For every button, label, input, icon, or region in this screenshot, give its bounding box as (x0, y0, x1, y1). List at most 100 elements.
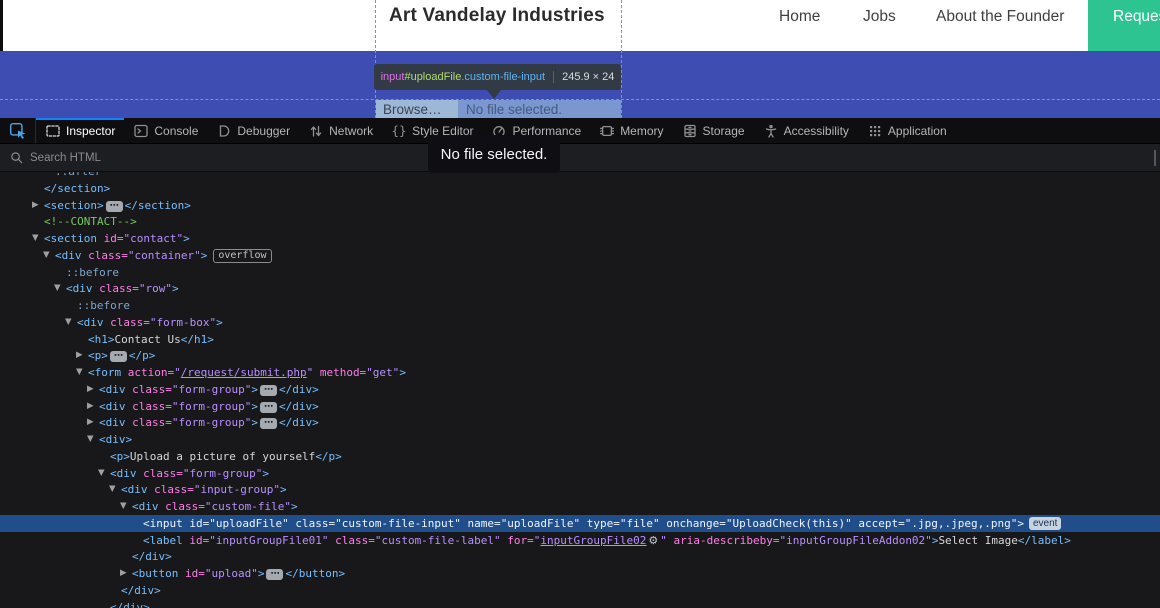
twisty-expanded-icon[interactable]: ▼ (65, 314, 72, 331)
event-badge[interactable]: event (1029, 517, 1061, 530)
markup-node-row[interactable]: ▶<button id="upload">⋯</button> (0, 565, 1160, 582)
markup-segment: "inputGroupFileAddon02" (779, 534, 931, 547)
markup-segment: accept= (852, 517, 905, 530)
attribute-link[interactable]: /request/submit.php (181, 366, 307, 379)
browse-button[interactable]: Browse… (376, 100, 458, 118)
markup-node-row[interactable]: ▶<div class="form-group">⋯</div> (0, 381, 1160, 398)
twisty-expanded-icon[interactable]: ▼ (43, 247, 50, 264)
twisty-expanded-icon[interactable]: ▼ (109, 481, 116, 498)
markup-node-row[interactable]: ▼<div class="form-box"> (0, 314, 1160, 331)
markup-node-row[interactable]: ::before (0, 297, 1160, 314)
ellipsis-badge[interactable]: ⋯ (106, 201, 123, 212)
markup-segment: </label> (1018, 534, 1071, 547)
markup-segment: method= (313, 366, 366, 379)
twisty-collapsed-icon[interactable]: ▶ (76, 347, 83, 364)
markup-segment: <label (143, 534, 183, 547)
markup-node-row[interactable]: ::after (0, 172, 1160, 180)
nav-link-about-the-founder[interactable]: About the Founder (936, 8, 1064, 26)
twisty-expanded-icon[interactable]: ▼ (120, 498, 127, 515)
request-button[interactable]: Request (1088, 0, 1160, 51)
twisty-expanded-icon[interactable]: ▼ (76, 364, 83, 381)
file-status-field: No file selected. (458, 100, 621, 118)
twisty-collapsed-icon[interactable]: ▶ (87, 414, 94, 431)
markup-node-row[interactable]: ▼<section id="contact"> (0, 230, 1160, 247)
tab-memory[interactable]: Memory (590, 118, 672, 143)
markup-node-row[interactable]: </div> (0, 548, 1160, 565)
markup-segment: > (251, 400, 258, 413)
tab-storage[interactable]: Storage (673, 118, 754, 143)
markup-node-row[interactable]: ▼<div class="input-group"> (0, 481, 1160, 498)
markup-segment: </section> (44, 182, 110, 195)
markup-segment: <div (132, 500, 159, 513)
twisty-expanded-icon[interactable]: ▼ (87, 431, 94, 448)
markup-segment: class= (93, 282, 139, 295)
nav-link-home[interactable]: Home (779, 8, 820, 26)
markup-node-row[interactable]: </div> (0, 582, 1160, 599)
markup-node-row[interactable]: ▼<div class="form-group"> (0, 465, 1160, 482)
twisty-collapsed-icon[interactable]: ▶ (32, 197, 39, 214)
markup-node-row[interactable]: ▼ <div> (0, 431, 1160, 448)
twisty-collapsed-icon[interactable]: ▶ (120, 565, 127, 582)
tab-debugger[interactable]: Debugger (207, 118, 299, 143)
markup-node-row[interactable]: ::before (0, 264, 1160, 281)
highlighted-file-input: Browse… No file selected. (375, 100, 621, 118)
markup-segment: </div> (110, 601, 150, 608)
markup-segment: "uploadFile" (501, 517, 580, 530)
markup-node-row[interactable]: </div> (0, 599, 1160, 608)
accessibility-icon (763, 123, 779, 139)
browse-button-label: Browse… (383, 102, 442, 117)
tab-console[interactable]: Console (124, 118, 207, 143)
markup-node-row[interactable]: ▼<div class="container">overflow (0, 247, 1160, 264)
markup-node-row[interactable]: <label id="inputGroupFile01" class="cust… (0, 532, 1160, 549)
markup-node-row-selected[interactable]: <input id="uploadFile" class="custom-fil… (0, 515, 1160, 532)
markup-node-row[interactable]: ▶<p>⋯</p> (0, 347, 1160, 364)
ellipsis-badge[interactable]: ⋯ (110, 351, 127, 362)
tab-application[interactable]: Application (858, 118, 956, 143)
ellipsis-badge[interactable]: ⋯ (266, 569, 283, 580)
tab-accessibility[interactable]: Accessibility (754, 118, 858, 143)
markup-segment: "form-group" (172, 416, 251, 429)
devtools-toolbar: InspectorConsoleDebuggerNetwork{}Style E… (0, 118, 1160, 144)
markup-segment: "custom-file-input" (335, 517, 461, 530)
overflow-badge[interactable]: overflow (213, 249, 271, 263)
markup-segment: <p> (110, 450, 130, 463)
tab-inspector[interactable]: Inspector (36, 118, 124, 143)
ellipsis-badge[interactable]: ⋯ (260, 402, 277, 413)
markup-segment: name= (461, 517, 501, 530)
tab-network[interactable]: Network (299, 118, 382, 143)
twisty-collapsed-icon[interactable]: ▶ (87, 398, 94, 415)
screen: Art Vandelay Industries HomeJobsAbout th… (0, 0, 1160, 608)
attribute-link[interactable]: inputGroupFile02 (540, 534, 646, 547)
markup-segment: </p> (129, 349, 156, 362)
scrollbar-thumb[interactable] (1154, 150, 1156, 166)
markup-node-row[interactable]: <h1>Contact Us</h1> (0, 331, 1160, 348)
twisty-expanded-icon[interactable]: ▼ (32, 230, 39, 247)
markup-node-row[interactable]: ▶<section>⋯</section> (0, 197, 1160, 214)
twisty-expanded-icon[interactable]: ▼ (98, 465, 105, 482)
request-button-label: Request (1113, 8, 1160, 26)
markup-node-row[interactable]: ▼<div class="row"> (0, 280, 1160, 297)
markup-node-row[interactable]: <p>Upload a picture of yourself</p> (0, 448, 1160, 465)
ellipsis-badge[interactable]: ⋯ (260, 385, 277, 396)
markup-segment: class= (104, 316, 150, 329)
markup-segment: Upload a picture of yourself (130, 450, 315, 463)
ellipsis-badge[interactable]: ⋯ (260, 418, 277, 429)
markup-node-row[interactable]: <!--CONTACT--> (0, 213, 1160, 230)
markup-view[interactable]: ::after</section>▶<section>⋯</section><!… (0, 172, 1160, 608)
markup-segment: class= (126, 383, 172, 396)
markup-node-row[interactable]: </section> (0, 180, 1160, 197)
twisty-expanded-icon[interactable]: ▼ (54, 280, 61, 297)
markup-segment: aria-describeby= (667, 534, 780, 547)
markup-node-row[interactable]: ▼<form action="/request/submit.php" meth… (0, 364, 1160, 381)
markup-node-row[interactable]: ▼<div class="custom-file"> (0, 498, 1160, 515)
markup-segment: class= (159, 500, 205, 513)
twisty-collapsed-icon[interactable]: ▶ (87, 381, 94, 398)
nav-link-jobs[interactable]: Jobs (863, 8, 896, 26)
console-icon (133, 123, 149, 139)
markup-segment: class= (126, 400, 172, 413)
element-picker-button[interactable] (0, 118, 36, 143)
markup-segment: <!--CONTACT--> (44, 215, 137, 228)
markup-node-row[interactable]: ▶<div class="form-group">⋯</div> (0, 398, 1160, 415)
markup-segment: <div> (99, 433, 132, 446)
markup-node-row[interactable]: ▶<div class="form-group">⋯</div> (0, 414, 1160, 431)
